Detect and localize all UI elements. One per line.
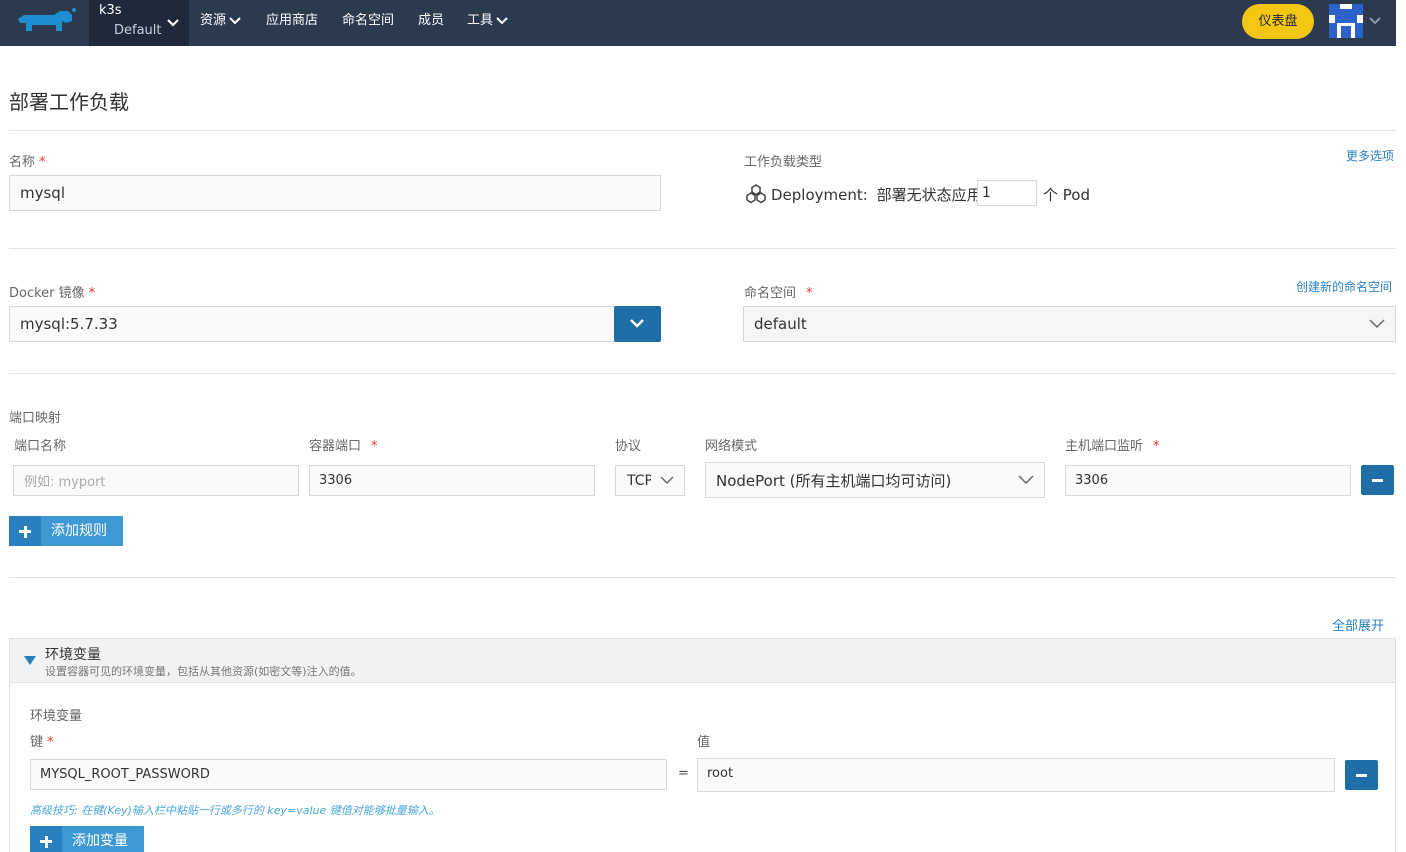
chevron-down-icon	[1018, 475, 1034, 485]
nav-resources-label: 资源	[200, 13, 227, 28]
namespace-value: default	[754, 315, 807, 333]
add-variable-label: 添加变量	[72, 833, 128, 849]
name-label: 名称 *	[9, 151, 46, 170]
port-name-placeholder: 例如: myport	[24, 475, 106, 490]
namespace-label: 命名空间 *	[744, 282, 813, 301]
host-port-input[interactable]: 3306	[1065, 465, 1351, 496]
more-options-link[interactable]: 更多选项	[1346, 147, 1394, 164]
env-value-input[interactable]: root	[697, 758, 1335, 792]
required-marker: *	[47, 735, 54, 750]
port-name-col-label: 端口名称	[14, 439, 67, 454]
caret-down-icon[interactable]	[23, 655, 37, 666]
protocol-select[interactable]: TCP	[615, 465, 685, 496]
port-mapping-label: 端口映射	[9, 411, 62, 426]
network-mode-col-label: 网络模式	[705, 439, 758, 454]
add-rule-label: 添加规则	[51, 523, 107, 539]
workload-type-text: Deployment: 部署无状态应用	[771, 184, 982, 205]
plus-icon	[9, 516, 41, 546]
docker-image-label-text: Docker 镜像	[9, 286, 85, 301]
remove-port-button[interactable]	[1361, 465, 1394, 495]
cluster-name: k3s	[99, 3, 122, 18]
replicas-unit: 个 Pod	[1043, 186, 1090, 204]
required-marker: *	[39, 155, 46, 170]
nav-app-store[interactable]: 应用商店	[266, 0, 318, 46]
remove-env-button[interactable]	[1345, 760, 1378, 790]
container-port-col-text: 容器端口	[309, 439, 362, 454]
cluster-project-switcher[interactable]: k3s Default	[89, 0, 189, 46]
container-port-col-label: 容器端口 *	[309, 435, 378, 454]
equals-sign: =	[678, 766, 689, 781]
nav-tools-label: 工具	[467, 13, 494, 28]
env-key-label-text: 键	[30, 735, 44, 750]
divider	[9, 130, 1396, 131]
divider	[9, 373, 1396, 374]
chevron-down-icon	[167, 19, 179, 27]
workload-type-desc: 部署无状态应用	[876, 186, 982, 204]
network-mode-select[interactable]: NodePort (所有主机端口均可访问)	[705, 462, 1045, 498]
page-title: 部署工作负载	[9, 90, 129, 114]
protocol-value: TCP	[627, 472, 651, 489]
cubes-icon	[746, 184, 766, 204]
name-input-value: mysql	[20, 184, 65, 202]
host-port-col-label: 主机端口监听 *	[1065, 435, 1160, 454]
replicas-input[interactable]: 1	[977, 180, 1037, 206]
nav-members[interactable]: 成员	[418, 0, 444, 46]
required-marker: *	[88, 286, 96, 301]
user-avatar[interactable]	[1329, 4, 1363, 38]
name-input[interactable]: mysql	[9, 175, 661, 211]
nav-namespaces[interactable]: 命名空间	[342, 0, 394, 46]
docker-image-input[interactable]: mysql:5.7.33	[9, 306, 615, 342]
chevron-down-icon[interactable]	[1368, 15, 1382, 27]
container-port-input[interactable]: 3306	[309, 465, 595, 496]
required-marker: *	[806, 286, 813, 301]
chevron-down-icon	[630, 319, 644, 328]
port-name-input[interactable]: 例如: myport	[13, 465, 299, 496]
add-rule-button[interactable]: 添加规则	[9, 516, 123, 546]
workload-type-name: Deployment:	[771, 186, 868, 204]
divider	[9, 577, 1396, 578]
docker-image-label: Docker 镜像 *	[9, 282, 95, 301]
env-value-label: 值	[697, 735, 711, 750]
rancher-logo[interactable]	[10, 7, 78, 39]
docker-image-value: mysql:5.7.33	[20, 315, 118, 333]
host-port-col-text: 主机端口监听	[1065, 439, 1144, 454]
required-marker: *	[1153, 439, 1160, 454]
env-section-title: 环境变量	[45, 647, 101, 663]
dashboard-button[interactable]: 仪表盘	[1242, 4, 1314, 39]
create-namespace-link[interactable]: 创建新的命名空间	[1296, 278, 1392, 295]
nav-resources[interactable]: 资源	[200, 0, 241, 46]
namespace-select[interactable]: default	[743, 306, 1396, 342]
name-label-text: 名称	[9, 155, 36, 170]
image-dropdown-button[interactable]	[614, 306, 661, 342]
env-key-label: 键 *	[30, 731, 54, 750]
required-marker: *	[371, 439, 378, 454]
chevron-down-icon	[660, 476, 674, 484]
divider	[9, 248, 1396, 249]
env-key-input[interactable]: MYSQL_ROOT_PASSWORD	[30, 759, 667, 790]
chevron-down-icon	[496, 16, 508, 24]
env-tip: 高级技巧: 在键(Key)输入栏中粘贴一行或多行的 key=value 键值对能…	[30, 804, 440, 817]
plus-icon	[30, 826, 62, 852]
replicas-value: 1	[982, 185, 991, 201]
env-key-value: MYSQL_ROOT_PASSWORD	[40, 767, 210, 782]
namespace-label-text: 命名空间	[744, 286, 797, 301]
container-port-value: 3306	[319, 473, 353, 488]
project-name: Default	[114, 23, 162, 38]
nav-tools[interactable]: 工具	[467, 0, 508, 46]
expand-all-link[interactable]: 全部展开	[1332, 615, 1384, 634]
host-port-value: 3306	[1075, 473, 1109, 488]
chevron-down-icon	[229, 16, 241, 24]
chevron-down-icon	[1369, 319, 1385, 329]
env-value-value: root	[707, 766, 734, 781]
add-variable-button[interactable]: 添加变量	[30, 826, 144, 852]
env-sub-label: 环境变量	[30, 709, 83, 724]
workload-type-label: 工作负载类型	[744, 155, 823, 170]
env-section-desc: 设置容器可见的环境变量，包括从其他资源(如密文等)注入的值。	[45, 665, 362, 678]
protocol-col-label: 协议	[615, 439, 642, 454]
network-mode-value: NodePort (所有主机端口均可访问)	[716, 471, 952, 490]
